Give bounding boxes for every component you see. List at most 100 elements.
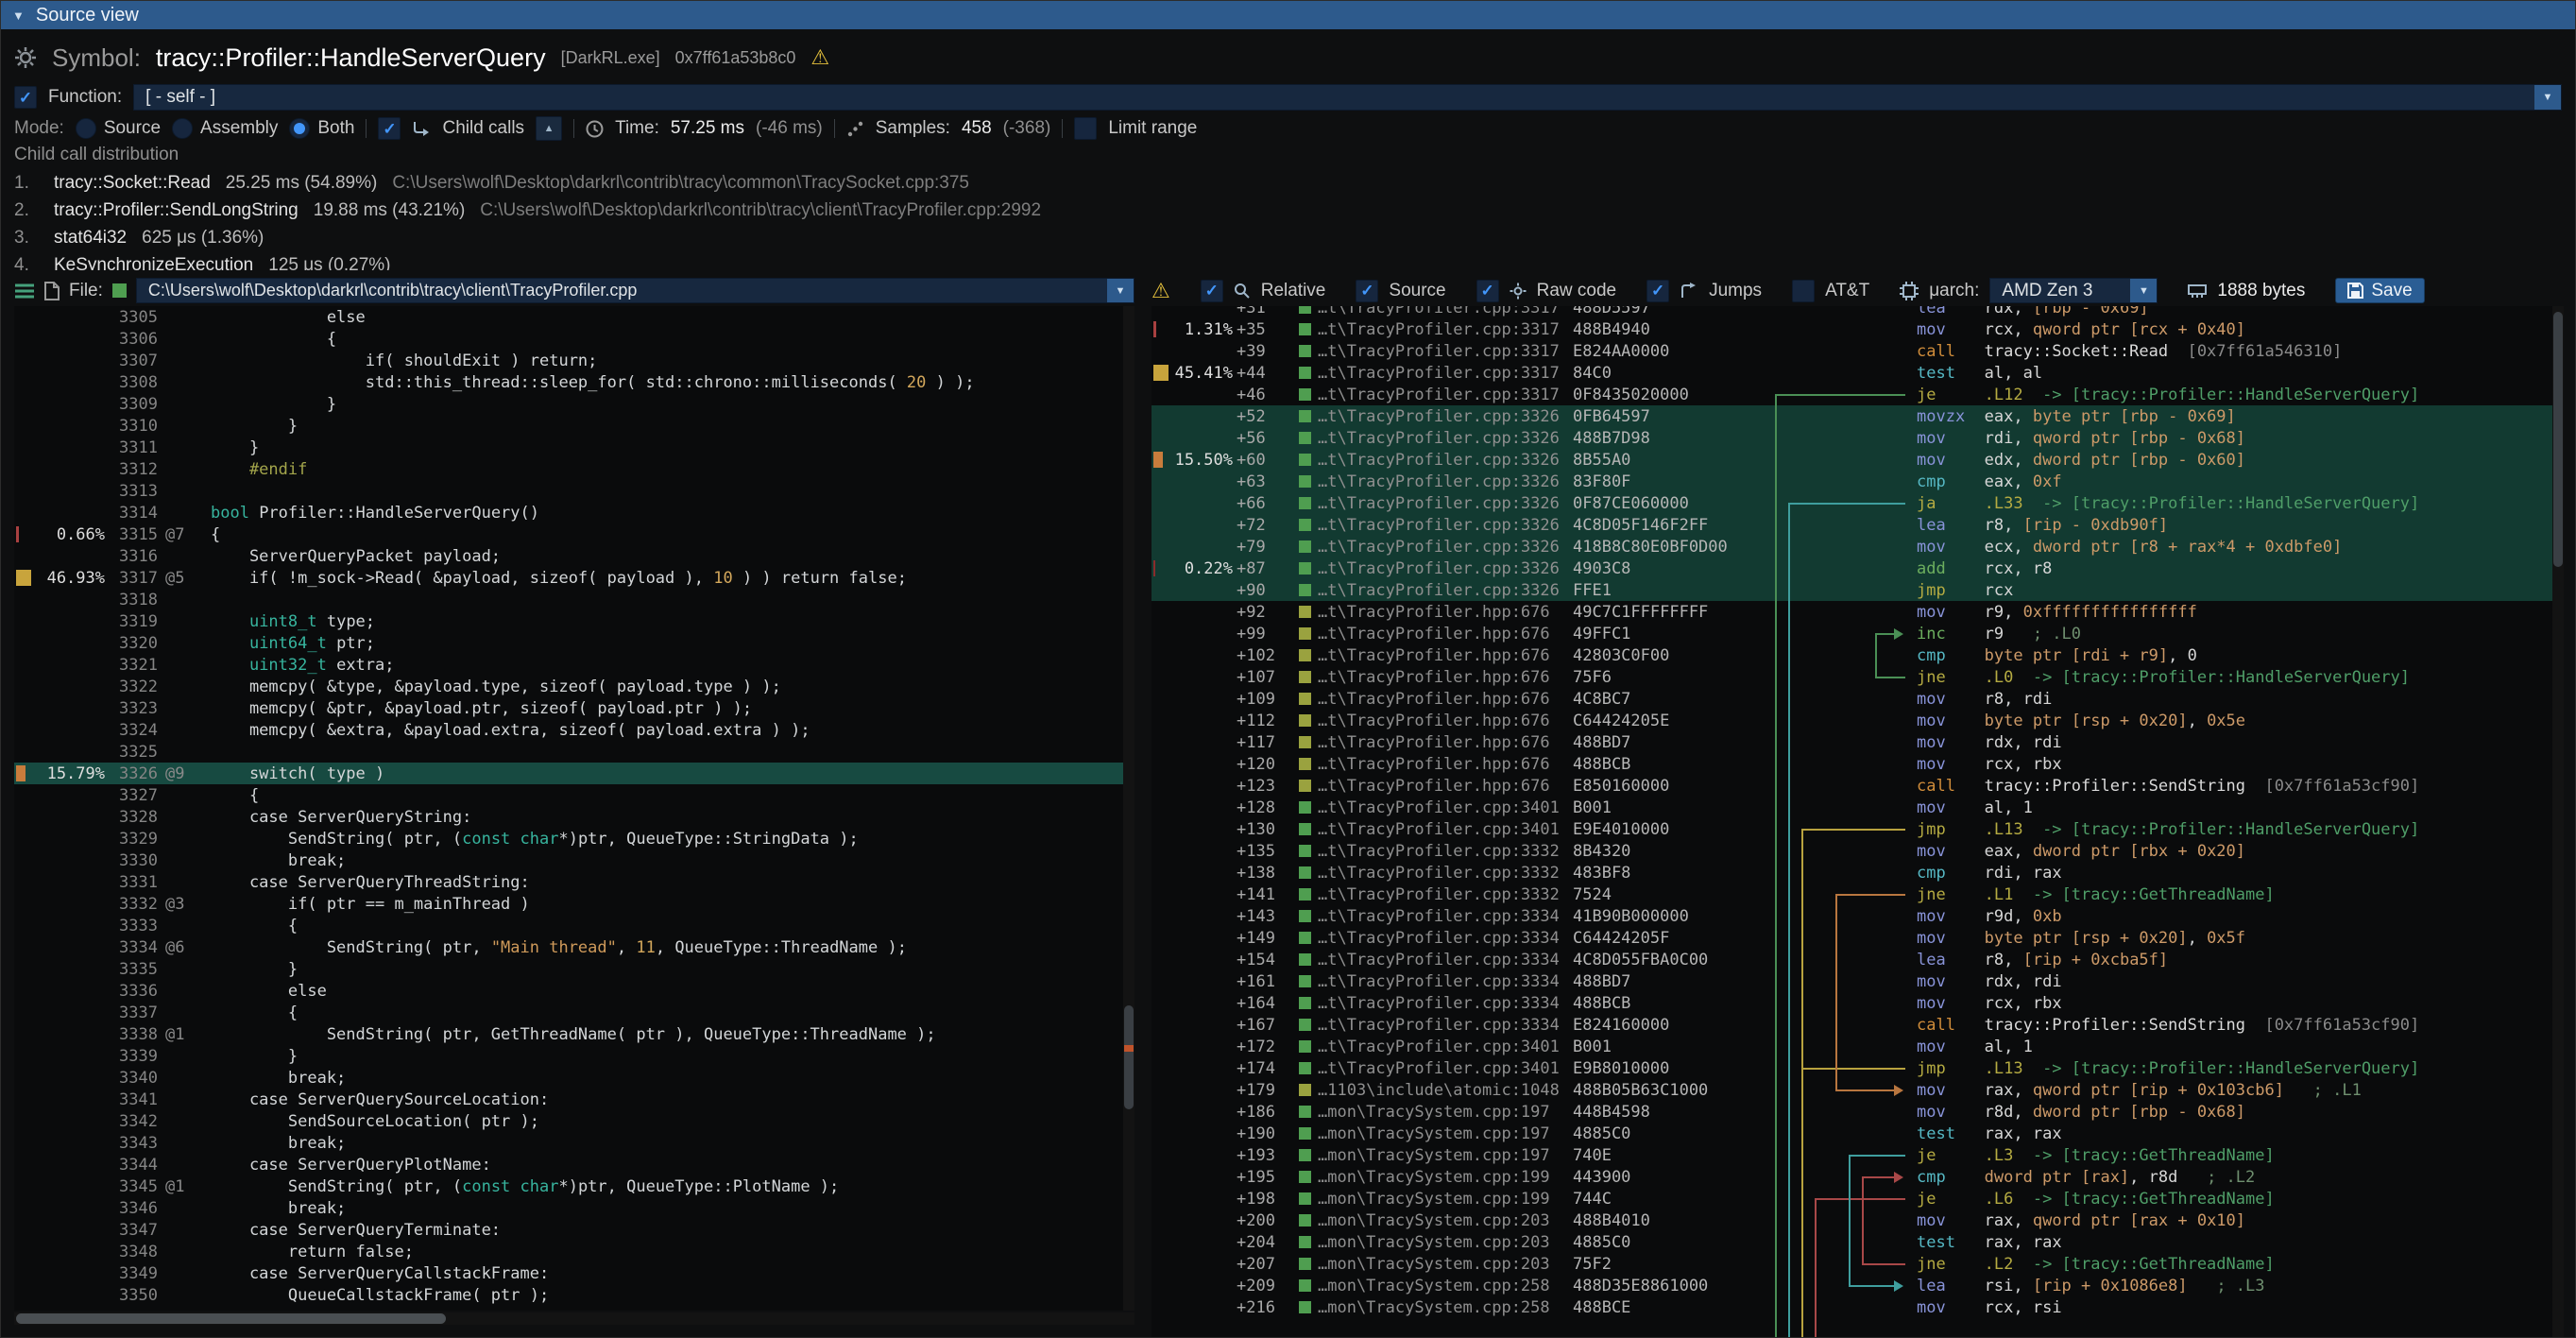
source-line[interactable]: 3313: [14, 480, 1134, 502]
file-path-combo[interactable]: C:\Users\wolf\Desktop\darkrl\contrib\tra…: [136, 278, 1134, 303]
source-line[interactable]: 3340 break;: [14, 1067, 1134, 1089]
instruction-offset: +63: [1237, 472, 1289, 491]
att-syntax-checkbox[interactable]: [1792, 280, 1815, 302]
source-horizontal-scrollbar[interactable]: [14, 1312, 1134, 1325]
instruction-code: movbyte ptr [rsp + 0x20], 0x5f: [1917, 929, 2245, 948]
collapse-icon[interactable]: ▼: [12, 9, 25, 23]
source-line[interactable]: 3341 case ServerQuerySourceLocation:: [14, 1089, 1134, 1110]
instruction-offset: +46: [1237, 386, 1289, 404]
source-line[interactable]: 3309 }: [14, 393, 1134, 415]
function-combo[interactable]: [ - self - ] ▼: [133, 84, 2562, 111]
check-icon: ✓: [19, 90, 32, 106]
source-line[interactable]: 3310 }: [14, 415, 1134, 437]
source-line[interactable]: 0.66%3315@7{: [14, 523, 1134, 545]
source-line[interactable]: 3322 memcpy( &type, &payload.type, sizeo…: [14, 676, 1134, 697]
source-location: …mon\TracySystem.cpp:199: [1299, 1190, 1573, 1209]
source-line[interactable]: 3344 case ServerQueryPlotName:: [14, 1154, 1134, 1175]
source-line[interactable]: 3311 }: [14, 437, 1134, 458]
line-number: 3317: [111, 569, 158, 588]
source-line[interactable]: 3331 case ServerQueryThreadString:: [14, 871, 1134, 893]
source-line[interactable]: 3333 {: [14, 915, 1134, 936]
source-line[interactable]: 3337 {: [14, 1002, 1134, 1023]
source-line[interactable]: 3347 case ServerQueryTerminate:: [14, 1219, 1134, 1241]
att-label: AT&T: [1825, 281, 1869, 301]
source-line[interactable]: 3306 {: [14, 328, 1134, 350]
source-line[interactable]: 3312 #endif: [14, 458, 1134, 480]
line-number: 3327: [111, 786, 158, 805]
scrollbar-thumb[interactable]: [16, 1313, 446, 1324]
asm-vertical-scrollbar[interactable]: [2552, 306, 2564, 1338]
child-call-row[interactable]: 3.stat64i32625 μs (1.36%): [14, 224, 2555, 251]
instruction-bytes: 83F80F: [1573, 472, 1750, 491]
source-line[interactable]: 3323 memcpy( &ptr, &payload.ptr, sizeof(…: [14, 697, 1134, 719]
source-line[interactable]: 3338@1 SendString( ptr, GetThreadName( p…: [14, 1023, 1134, 1045]
mode-radio-both[interactable]: Both: [289, 118, 354, 139]
source-checkbox[interactable]: ✓: [1356, 280, 1378, 302]
uarch-combo[interactable]: AMD Zen 3 ▼: [1989, 278, 2158, 303]
jumps-checkbox[interactable]: ✓: [1646, 280, 1669, 302]
source-line[interactable]: 3350 QueueCallstackFrame( ptr );: [14, 1284, 1134, 1306]
source-line[interactable]: 3345@1 SendString( ptr, (const char*)ptr…: [14, 1175, 1134, 1197]
file-color-square: [1299, 1214, 1311, 1226]
child-calls-checkbox[interactable]: ✓: [378, 117, 401, 140]
child-call-row[interactable]: 4.KeSynchronizeExecution125 μs (0.27%): [14, 251, 2555, 270]
source-location: …t\TracyProfiler.cpp:3326: [1299, 516, 1573, 535]
raw-code-checkbox[interactable]: ✓: [1476, 280, 1499, 302]
source-line[interactable]: 3307 if( shouldExit ) return;: [14, 350, 1134, 371]
source-files-icon[interactable]: [14, 283, 35, 300]
source-line[interactable]: 3325: [14, 741, 1134, 763]
chevron-down-icon[interactable]: ▼: [2534, 85, 2561, 110]
child-call-row[interactable]: 1.tracy::Socket::Read25.25 ms (54.89%)C:…: [14, 169, 2555, 197]
source-line[interactable]: 3334@6 SendString( ptr, "Main thread", 1…: [14, 936, 1134, 958]
radio-icon: [76, 118, 96, 139]
source-line[interactable]: 3335 }: [14, 958, 1134, 980]
scrollbar-thumb[interactable]: [2553, 312, 2563, 567]
chevron-down-icon[interactable]: ▼: [2130, 279, 2157, 302]
line-number: 3342: [111, 1112, 158, 1131]
expand-callstack-button[interactable]: ▲: [536, 116, 562, 141]
scrollbar-thumb[interactable]: [1124, 1005, 1134, 1109]
source-line[interactable]: 3318: [14, 589, 1134, 610]
source-line[interactable]: 3327 {: [14, 784, 1134, 806]
mnemonic: mov: [1917, 907, 1985, 926]
source-line[interactable]: 3324 memcpy( &extra, &payload.extra, siz…: [14, 719, 1134, 741]
source-line[interactable]: 3332@3 if( ptr == m_mainThread ): [14, 893, 1134, 915]
source-line[interactable]: 46.93%3317@5 if( !m_sock->Read( &payload…: [14, 567, 1134, 589]
source-location-text: …t\TracyProfiler.cpp:3334: [1318, 951, 1560, 969]
source-line[interactable]: 3321 uint32_t extra;: [14, 654, 1134, 676]
instruction-code: testal, al: [1917, 364, 2042, 383]
mnemonic: mov: [1917, 1298, 1985, 1317]
source-line[interactable]: 15.79%3326@9 switch( type ): [14, 763, 1134, 784]
source-line[interactable]: 3349 case ServerQueryCallstackFrame:: [14, 1262, 1134, 1284]
relative-checkbox[interactable]: ✓: [1201, 280, 1223, 302]
mode-radio-assembly[interactable]: Assembly: [172, 118, 278, 139]
source-vertical-scrollbar[interactable]: [1123, 306, 1134, 1311]
source-line[interactable]: 3330 break;: [14, 849, 1134, 871]
source-line[interactable]: 3342 SendSourceLocation( ptr );: [14, 1110, 1134, 1132]
title-bar[interactable]: ▼ Source view: [1, 1, 2575, 29]
source-line[interactable]: 3346 break;: [14, 1197, 1134, 1219]
source-line[interactable]: 3329 SendString( ptr, (const char*)ptr, …: [14, 828, 1134, 849]
mode-radio-source[interactable]: Source: [76, 118, 161, 139]
child-call-row[interactable]: 2.tracy::Profiler::SendLongString19.88 m…: [14, 197, 2555, 224]
source-location: …t\TracyProfiler.cpp:3317: [1299, 320, 1573, 339]
source-line[interactable]: 3348 return false;: [14, 1241, 1134, 1262]
source-line[interactable]: 3328 case ServerQueryString:: [14, 806, 1134, 828]
source-line[interactable]: 3339 }: [14, 1045, 1134, 1067]
save-button[interactable]: Save: [2335, 278, 2424, 303]
source-line[interactable]: 3314bool Profiler::HandleServerQuery(): [14, 502, 1134, 523]
source-line[interactable]: 3336 else: [14, 980, 1134, 1002]
line-number: 3324: [111, 721, 158, 740]
limit-range-checkbox[interactable]: [1074, 117, 1097, 140]
source-line[interactable]: 3319 uint8_t type;: [14, 610, 1134, 632]
source-line[interactable]: 3308 std::this_thread::sleep_for( std::c…: [14, 371, 1134, 393]
file-color-square: [1299, 845, 1311, 857]
source-line[interactable]: 3320 uint64_t ptr;: [14, 632, 1134, 654]
chevron-down-icon[interactable]: ▼: [1107, 279, 1134, 302]
file-color-square: [1299, 519, 1311, 531]
source-line[interactable]: 3343 break;: [14, 1132, 1134, 1154]
source-line[interactable]: 3316 ServerQueryPacket payload;: [14, 545, 1134, 567]
source-line[interactable]: 3305 else: [14, 306, 1134, 328]
child-call-time: 625 μs (1.36%): [142, 228, 264, 249]
function-checkbox[interactable]: ✓: [14, 86, 37, 109]
